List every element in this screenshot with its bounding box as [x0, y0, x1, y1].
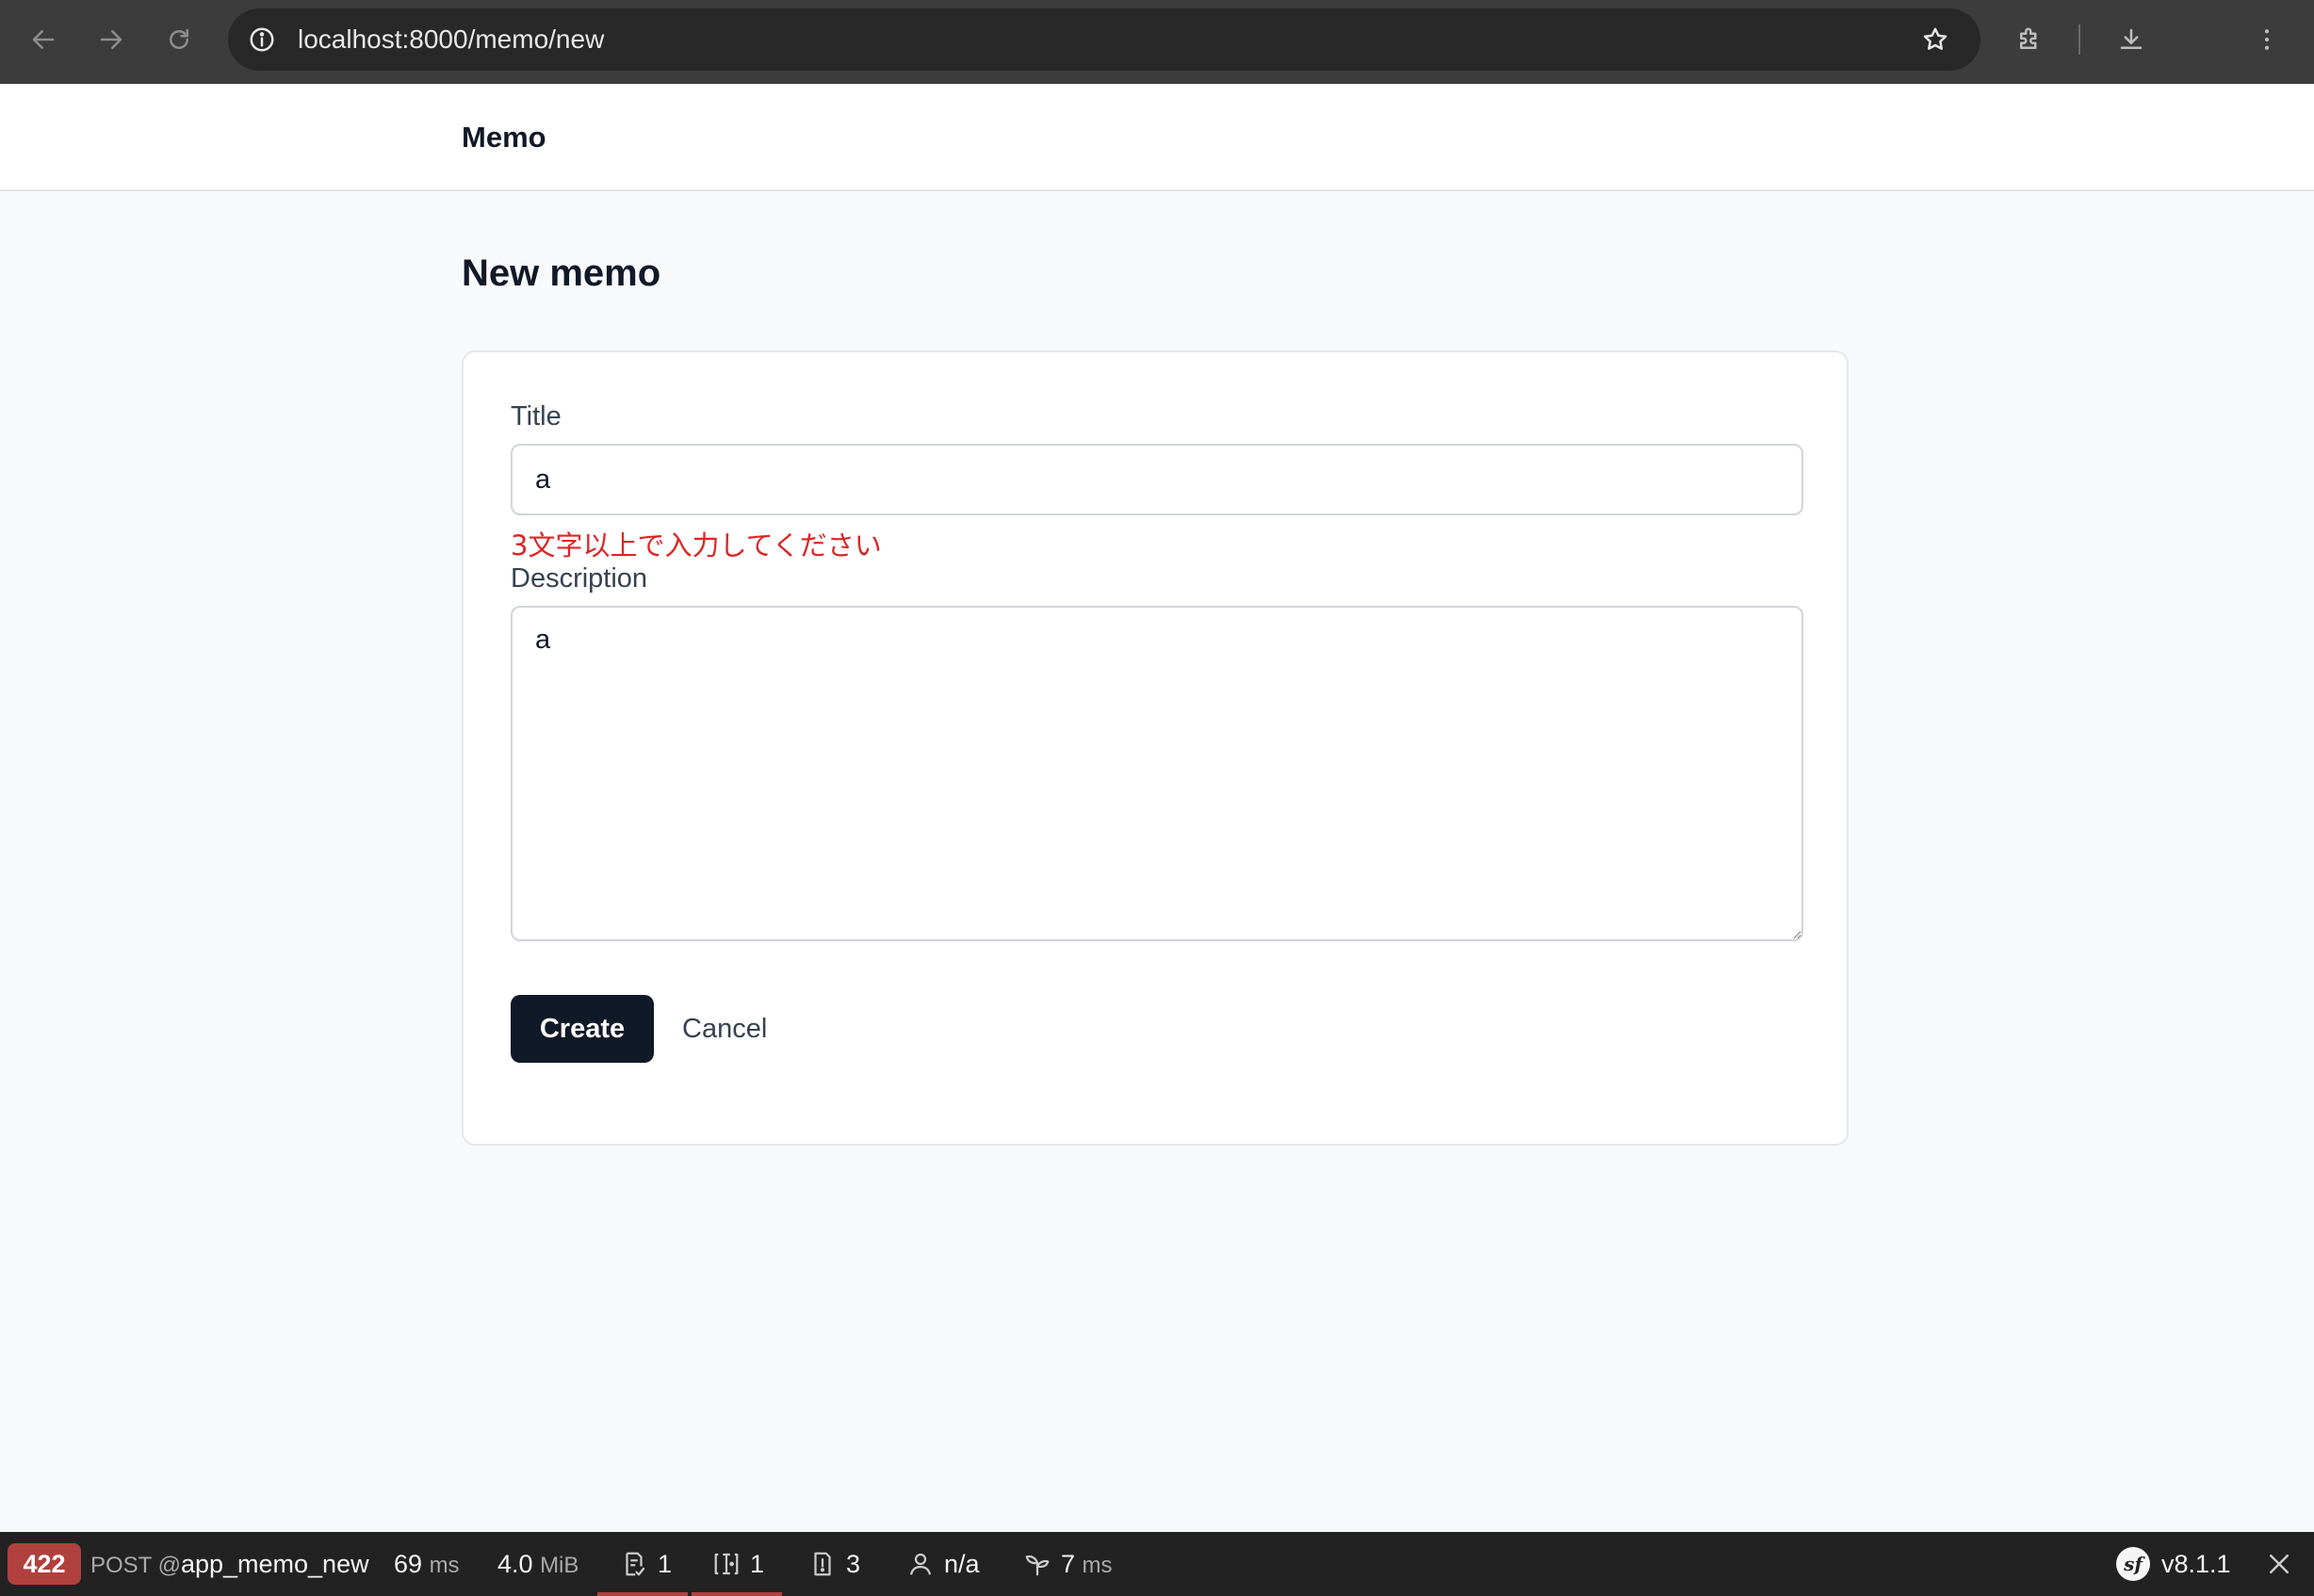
- symfony-version-panel[interactable]: sf v8.1.1: [2116, 1532, 2231, 1596]
- site-info-icon[interactable]: [243, 21, 281, 58]
- address-url[interactable]: localhost:8000/memo/new: [298, 8, 604, 71]
- close-icon[interactable]: [2265, 1550, 2293, 1578]
- validator-icon: [714, 1553, 739, 1574]
- memory-unit: MiB: [540, 1553, 579, 1578]
- request-info[interactable]: POST @app_memo_new: [90, 1532, 369, 1596]
- cancel-link[interactable]: Cancel: [682, 995, 767, 1063]
- log-icon: [814, 1552, 831, 1576]
- app-header: Memo: [0, 84, 2314, 191]
- symfony-logo-icon: sf: [2116, 1546, 2150, 1581]
- bookmark-star-icon[interactable]: [1916, 21, 1954, 58]
- user-value: n/a: [944, 1550, 980, 1578]
- logs-panel[interactable]: 3: [808, 1532, 860, 1596]
- forward-button[interactable]: [92, 21, 130, 58]
- back-button[interactable]: [24, 21, 62, 58]
- twig-unit: ms: [1082, 1553, 1113, 1578]
- arrow-right-icon: [100, 30, 122, 49]
- twig-icon: [1025, 1555, 1050, 1576]
- arrow-left-icon: [32, 30, 55, 49]
- time-value: 69: [394, 1550, 423, 1578]
- brand-link[interactable]: Memo: [462, 84, 546, 191]
- validator-count: 1: [750, 1550, 765, 1578]
- memory-panel[interactable]: 4.0 MiB: [497, 1532, 578, 1596]
- description-textarea[interactable]: a: [511, 606, 1803, 941]
- forms-count: 1: [658, 1550, 673, 1578]
- debug-toolbar: 422 POST @app_memo_new 69 ms 4.0 MiB 1 1…: [0, 1532, 2314, 1596]
- toolbar-divider: [2078, 24, 2080, 55]
- description-label: Description: [511, 563, 648, 594]
- validator-panel[interactable]: 1: [712, 1532, 764, 1596]
- time-unit: ms: [429, 1553, 460, 1578]
- forms-panel[interactable]: 1: [620, 1532, 672, 1596]
- title-label: Title: [511, 401, 562, 432]
- user-icon: [909, 1553, 932, 1575]
- title-error-message: 3文字以上で入力してください: [511, 529, 882, 562]
- browser-toolbar: localhost:8000/memo/new: [0, 0, 2314, 84]
- symfony-version: v8.1.1: [2161, 1550, 2231, 1578]
- form-icon: [626, 1552, 645, 1576]
- create-button[interactable]: Create: [511, 995, 654, 1063]
- memory-value: 4.0: [497, 1550, 533, 1578]
- route-name: app_memo_new: [180, 1550, 369, 1578]
- twig-panel[interactable]: 7 ms: [1023, 1532, 1113, 1596]
- download-icon[interactable]: [2112, 21, 2150, 58]
- extensions-icon[interactable]: [2011, 21, 2048, 58]
- twig-value: 7: [1061, 1550, 1076, 1578]
- security-panel[interactable]: n/a: [906, 1532, 980, 1596]
- status-code-badge[interactable]: 422: [8, 1543, 81, 1585]
- validator-error-indicator: [692, 1592, 782, 1596]
- more-menu-icon[interactable]: [2248, 21, 2286, 58]
- page-title: New memo: [462, 252, 661, 294]
- forms-error-indicator: [597, 1592, 688, 1596]
- logs-count: 3: [846, 1550, 861, 1578]
- memo-form-card: Title 3文字以上で入力してください Description a Creat…: [462, 350, 1849, 1146]
- request-method: POST @: [90, 1553, 181, 1578]
- time-panel[interactable]: 69 ms: [394, 1532, 460, 1596]
- reload-button[interactable]: [160, 21, 198, 58]
- address-bar[interactable]: localhost:8000/memo/new: [228, 8, 1980, 71]
- reload-icon: [170, 28, 188, 49]
- title-input[interactable]: [511, 444, 1803, 515]
